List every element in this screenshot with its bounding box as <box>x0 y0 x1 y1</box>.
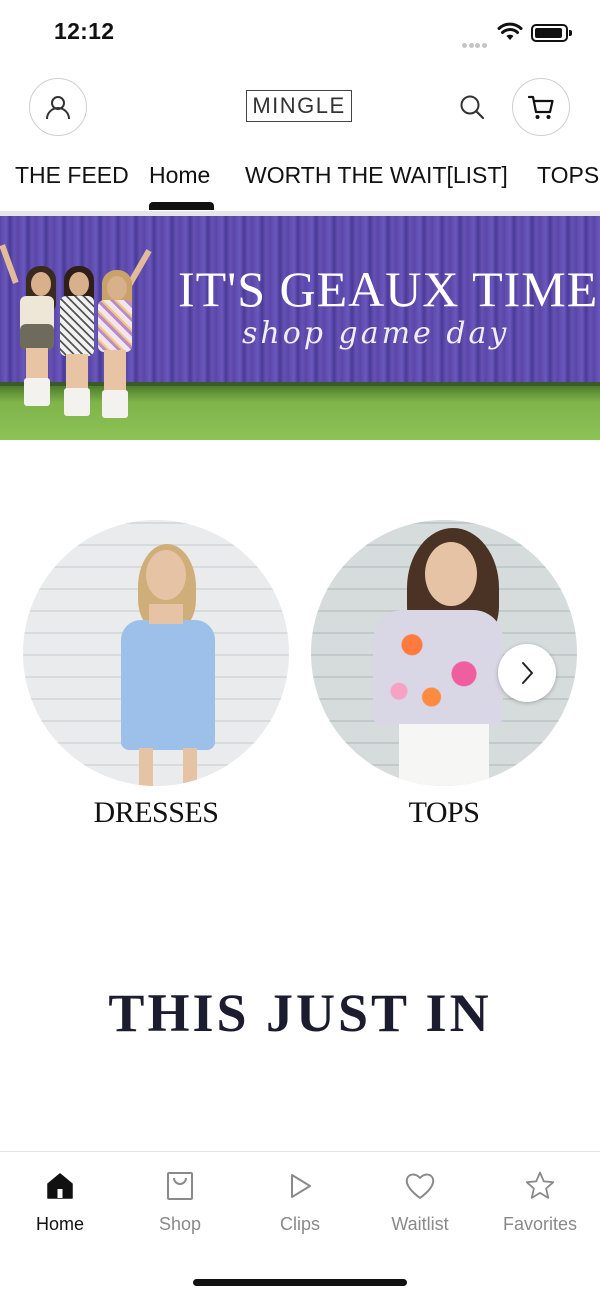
status-time: 12:12 <box>54 18 115 44</box>
tab-bar-home[interactable]: Home <box>0 1168 120 1235</box>
profile-button[interactable] <box>29 78 87 136</box>
hero-banner[interactable]: IT'S GEAUX TIME shop game day <box>0 216 600 440</box>
chevron-right-icon <box>522 662 533 684</box>
tab-bar-label: Favorites <box>502 1214 578 1234</box>
heart-icon <box>405 1173 435 1199</box>
section-heading: THIS JUST IN <box>108 983 492 1043</box>
category-nav: THE FEED Home WORTH THE WAIT[LIST] TOPS <box>0 150 600 212</box>
category-dresses[interactable]: DRESSES <box>23 520 289 830</box>
search-button[interactable] <box>455 90 489 124</box>
wifi-icon <box>497 22 523 40</box>
star-icon <box>525 1171 555 1199</box>
tab-bar-shop[interactable]: Shop <box>120 1168 240 1235</box>
status-bar: 12:12 <box>0 0 600 66</box>
tab-worth-the-waitlist[interactable]: WORTH THE WAIT[LIST] <box>245 162 508 189</box>
tab-tops[interactable]: TOPS <box>537 162 599 189</box>
tab-home[interactable]: Home <box>149 162 210 189</box>
hero-subtitle: shop game day <box>242 316 510 351</box>
hero-title: IT'S GEAUX TIME <box>178 261 599 317</box>
bottom-tab-bar: Home Shop Clips Waitlist Favorites <box>0 1151 600 1299</box>
shop-bag-icon <box>167 1172 193 1200</box>
tab-bar-label: Home <box>35 1214 84 1234</box>
active-tab-indicator <box>149 202 214 210</box>
tab-bar-clips[interactable]: Clips <box>240 1168 360 1235</box>
tab-the-feed[interactable]: THE FEED <box>15 162 129 189</box>
carousel-next-button[interactable] <box>498 644 556 702</box>
tab-bar-label: Shop <box>158 1214 202 1234</box>
battery-icon <box>531 24 572 42</box>
signal-dots-icon <box>462 35 490 48</box>
home-icon <box>47 1173 73 1199</box>
category-label-tops: TOPS <box>408 796 480 829</box>
cart-icon <box>527 95 554 119</box>
dresses-image <box>23 520 289 786</box>
category-label-dresses: DRESSES <box>93 796 219 829</box>
cart-button[interactable] <box>512 78 570 136</box>
play-icon <box>291 1174 311 1198</box>
user-icon <box>46 96 70 120</box>
tab-bar-waitlist[interactable]: Waitlist <box>360 1168 480 1235</box>
hero-grass <box>0 386 600 440</box>
brand-logo[interactable]: MINGLE <box>246 90 352 122</box>
tab-bar-label: Waitlist <box>391 1214 449 1234</box>
tab-bar-favorites[interactable]: Favorites <box>480 1168 600 1235</box>
home-indicator <box>193 1279 407 1286</box>
tab-bar-label: Clips <box>279 1214 320 1234</box>
search-icon <box>460 95 485 120</box>
